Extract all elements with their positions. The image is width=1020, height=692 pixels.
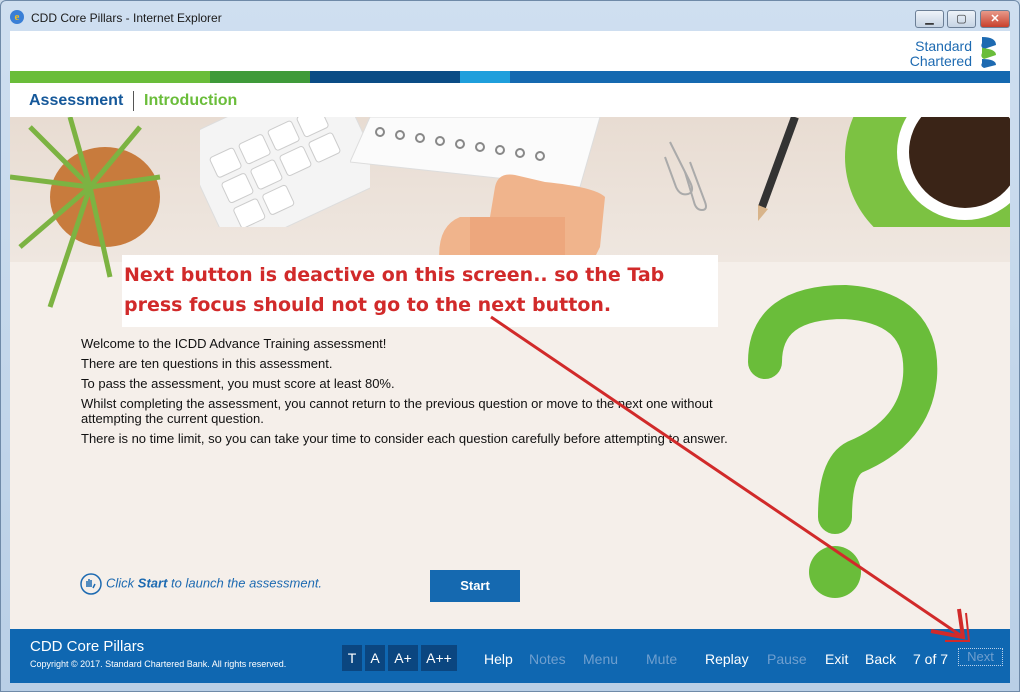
start-button[interactable]: Start <box>430 570 520 602</box>
help-button[interactable]: Help <box>484 651 513 667</box>
stripe <box>210 71 310 83</box>
hint-text-post: to launch the assessment. <box>167 575 323 591</box>
pointer-hand-icon <box>80 573 102 595</box>
pause-button[interactable]: Pause <box>767 651 807 667</box>
start-instruction: Click Start to launch the assessment. <box>80 573 322 595</box>
hint-text-pre: Click <box>106 575 138 591</box>
stripe <box>510 71 1010 83</box>
intro-paragraph: To pass the assessment, you must score a… <box>81 376 395 391</box>
annotation-line-2: press focus should not go to the next bu… <box>124 294 612 316</box>
mute-button[interactable]: Mute <box>646 651 677 667</box>
font-size-t-button[interactable]: T <box>342 645 362 671</box>
close-button[interactable]: ✕ <box>980 10 1010 28</box>
title-bar: e CDD Core Pillars - Internet Explorer ▁… <box>1 1 1019 31</box>
content-stage: Next button is deactive on this screen..… <box>10 117 1010 629</box>
maximize-button[interactable]: ▢ <box>947 10 976 28</box>
pencil-image <box>758 117 799 221</box>
intro-paragraph: There are ten questions in this assessme… <box>81 356 333 371</box>
font-size-a-plus-button[interactable]: A+ <box>388 645 418 671</box>
stripe <box>10 71 210 83</box>
brand-logo-text: Standard Chartered <box>910 39 972 69</box>
intro-paragraph: There is no time limit, so you can take … <box>81 431 728 446</box>
logo-line-1: Standard <box>915 38 972 54</box>
ie-icon: e <box>10 10 24 24</box>
font-size-a-button[interactable]: A <box>365 645 385 671</box>
replay-button[interactable]: Replay <box>705 651 749 667</box>
coffee-mug-image <box>845 117 1010 227</box>
exit-button[interactable]: Exit <box>825 651 848 667</box>
stripe <box>460 71 510 83</box>
back-button[interactable]: Back <box>865 651 896 667</box>
font-size-a-plus-plus-button[interactable]: A++ <box>421 645 457 671</box>
page-counter: 7 of 7 <box>913 651 949 667</box>
course-header: Standard Chartered <box>10 31 1010 71</box>
annotation-callout: Next button is deactive on this screen..… <box>122 255 718 327</box>
copyright-text: Copyright © 2017. Standard Chartered Ban… <box>30 659 287 669</box>
hint-text-bold: Start <box>137 575 168 591</box>
intro-text: Welcome to the ICDD Advance Training ass… <box>81 336 741 451</box>
menu-button[interactable]: Menu <box>583 651 618 667</box>
question-mark-graphic <box>748 284 938 598</box>
breadcrumb: Assessment Introduction <box>10 83 1010 117</box>
intro-paragraph: Welcome to the ICDD Advance Training ass… <box>81 336 387 351</box>
annotation-line-1: Next button is deactive on this screen..… <box>124 264 665 286</box>
brand-logo-icon <box>981 37 996 68</box>
intro-paragraph: Whilst completing the assessment, you ca… <box>81 396 713 426</box>
course-client-area: Standard Chartered Assessment Introducti… <box>10 31 1010 683</box>
thumbs-up-hand-image <box>439 174 605 267</box>
player-footer: CDD Core Pillars Copyright © 2017. Stand… <box>10 629 1010 683</box>
window-title: CDD Core Pillars - Internet Explorer <box>31 11 222 25</box>
stripe <box>310 71 460 83</box>
breadcrumb-introduction: Introduction <box>144 92 238 109</box>
brand-stripes <box>10 71 1010 83</box>
keyboard-image <box>200 117 370 227</box>
breadcrumb-divider <box>133 91 134 111</box>
course-title: CDD Core Pillars <box>30 638 145 655</box>
breadcrumb-assessment: Assessment <box>29 92 124 109</box>
next-button[interactable]: Next <box>958 648 1003 666</box>
notes-button[interactable]: Notes <box>529 651 566 667</box>
browser-window: e CDD Core Pillars - Internet Explorer ▁… <box>0 0 1020 692</box>
paperclip-image <box>664 141 707 212</box>
minimize-button[interactable]: ▁ <box>915 10 944 28</box>
logo-line-2: Chartered <box>909 53 972 69</box>
